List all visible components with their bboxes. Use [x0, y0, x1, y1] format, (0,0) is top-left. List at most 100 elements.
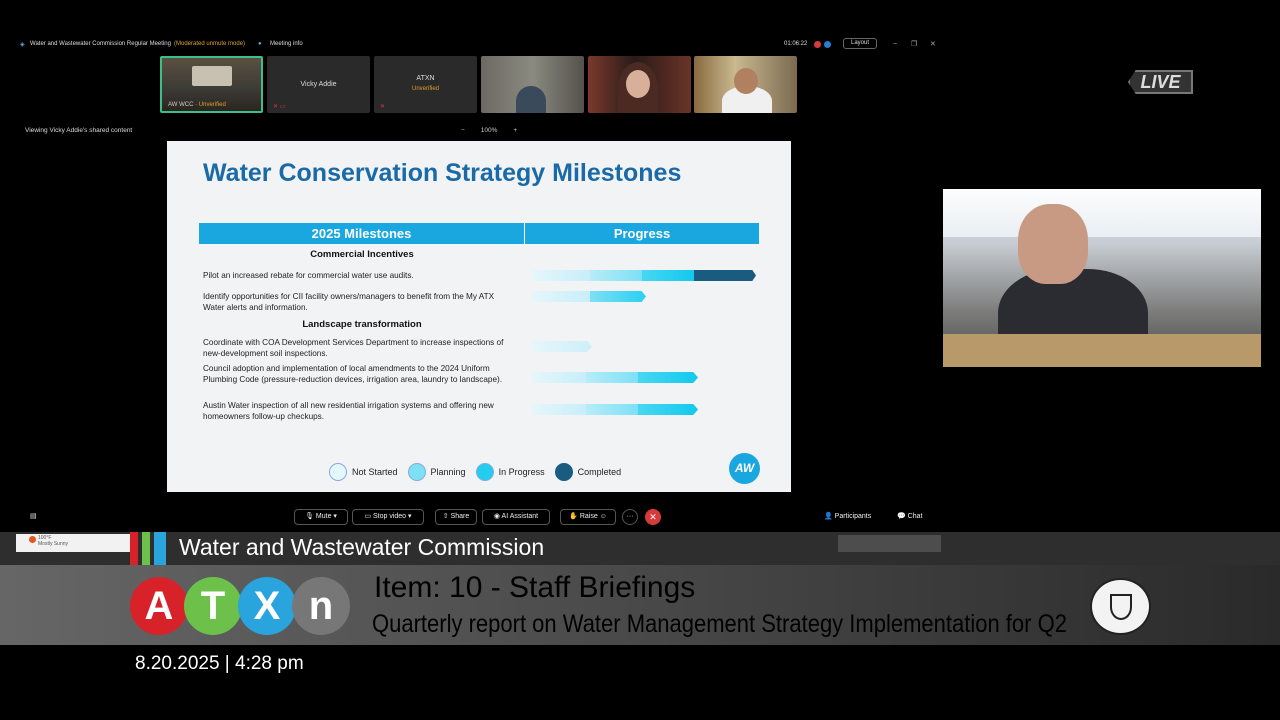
video-tile-atxn[interactable]: ATXN Unverified ✕ — [374, 56, 477, 113]
atxn-letter-t: T — [184, 577, 242, 635]
broadcast-datetime: 8.20.2025 | 4:28 pm — [135, 653, 304, 674]
stop-video-button[interactable]: ▭ Stop video ▾ — [352, 509, 424, 525]
video-tile-vicky-addie[interactable]: Vicky Addie ✕ ▭ — [267, 56, 370, 113]
room-screen — [192, 66, 232, 86]
close-icon[interactable]: ✕ — [930, 40, 936, 48]
video-tile-participant-6[interactable] — [694, 56, 797, 113]
tile-name-label: AW WCC · Unverified — [168, 102, 226, 108]
progress-bar-in-progress — [532, 291, 646, 302]
milestone-text: Coordinate with COA Development Services… — [203, 338, 504, 358]
zoom-in-button[interactable]: + — [513, 127, 517, 134]
moderation-mode: (Moderated unmute mode) — [174, 41, 246, 47]
video-tile-participant-5[interactable] — [588, 56, 691, 113]
progress-segment-in-progress — [642, 270, 694, 281]
progress-segment-not-started — [532, 270, 590, 281]
atxn-letter-x: X — [238, 577, 296, 635]
captions-icon[interactable]: ▤ — [30, 512, 37, 520]
raise-button[interactable]: ✋ Raise ☺ — [560, 509, 616, 525]
ai-assistant-button[interactable]: ◉ AI Assistant — [482, 509, 550, 525]
agenda-item-title: Item: 10 - Staff Briefings — [374, 571, 696, 604]
color-stripe-red — [130, 532, 138, 565]
city-of-austin-seal — [1090, 578, 1151, 635]
legend-label: In Progress — [498, 467, 545, 477]
progress-bar-not-started — [532, 341, 592, 352]
progress-segment-in-progress — [638, 404, 698, 415]
section-title: Landscape transformation — [302, 319, 422, 330]
progress-segment-in-progress — [638, 372, 698, 383]
share-button[interactable]: ⇧ Share — [435, 509, 477, 525]
seal-shield-icon — [1109, 593, 1132, 620]
legend-item: Planning — [407, 463, 466, 481]
progress-segment-not-started — [532, 341, 592, 352]
participant-figure — [516, 86, 546, 113]
progress-segment-not-started — [532, 404, 586, 415]
not-started-swatch — [329, 463, 347, 481]
video-tile-aw-wcc[interactable]: AW WCC · Unverified — [160, 56, 263, 113]
meeting-info-link[interactable]: Meeting info — [270, 41, 303, 47]
legend-item: Not Started — [329, 463, 398, 481]
video-tile-participant-4[interactable] — [481, 56, 584, 113]
progress-bar-completed — [532, 270, 756, 281]
zoom-control: − 100% + — [453, 127, 525, 134]
weather-condition: Mostly Sunny — [38, 541, 69, 547]
sun-icon — [29, 536, 36, 543]
system-tray — [838, 535, 941, 552]
mic-muted-icon: ✕ ▭ — [273, 104, 286, 110]
meeting-controls: ▤ 🎙 Mute ▾ ▭ Stop video ▾ ⇧ Share ◉ AI A… — [0, 508, 940, 526]
in-progress-swatch — [475, 463, 494, 481]
participants-button[interactable]: 👤 Participants — [824, 512, 871, 520]
speaker-face — [1018, 204, 1088, 284]
meeting-timer: 01:06:22 — [784, 41, 808, 47]
chamber-camera-feed — [943, 189, 1261, 367]
commission-title: Water and Wastewater Commission — [179, 534, 545, 560]
recording-icon — [814, 41, 821, 48]
tile-status-label: Unverified — [411, 86, 439, 92]
legend-item: Completed — [554, 463, 621, 481]
shared-slide: Water Conservation Strategy Milestones 2… — [167, 141, 791, 492]
viewing-shared-content-label: Viewing Vicky Addie's shared content — [25, 127, 133, 134]
mute-button[interactable]: 🎙 Mute ▾ — [294, 509, 348, 525]
legend-item: In Progress — [475, 463, 545, 481]
participant-face — [626, 70, 650, 98]
section-title: Commercial Incentives — [310, 249, 414, 260]
atxn-logo: A T X n — [130, 577, 350, 635]
monitor-screen — [943, 189, 1261, 237]
milestones-table-header: 2025 Milestones Progress — [199, 223, 759, 244]
dais-table — [943, 334, 1261, 367]
progress-segment-planning — [590, 291, 646, 302]
progress-segment-planning — [586, 404, 638, 415]
legend-label: Not Started — [352, 467, 398, 477]
zoom-level: 100% — [480, 127, 498, 134]
austin-water-logo: AW — [729, 453, 760, 484]
color-stripe-green — [142, 532, 150, 565]
participant-face — [734, 68, 758, 94]
legend-label: Planning — [430, 467, 466, 477]
progress-segment-not-started — [532, 291, 590, 302]
progress-column-header: Progress — [525, 223, 759, 244]
mic-muted-icon: ✕ — [380, 104, 386, 110]
progress-bar-in-progress — [532, 404, 698, 415]
progress-segment-completed — [694, 270, 756, 281]
zoom-out-button[interactable]: − — [461, 127, 465, 134]
slide-title: Water Conservation Strategy Milestones — [203, 159, 682, 187]
meeting-title: Water and Wastewater Commission Regular … — [30, 41, 171, 47]
shield-icon — [824, 41, 831, 48]
app-icon: ◈ — [20, 42, 25, 48]
minimize-icon[interactable]: – — [893, 40, 897, 47]
agenda-item-subtitle: Quarterly report on Water Management Str… — [372, 610, 1067, 638]
more-options-icon[interactable]: ··· — [622, 509, 638, 525]
weather-widget: 100°F Mostly Sunny — [16, 534, 130, 552]
live-badge: LIVE — [1128, 70, 1193, 94]
info-icon[interactable]: ● — [258, 41, 262, 47]
tile-name-label: ATXN — [416, 75, 435, 82]
milestones-column-header: 2025 Milestones — [199, 223, 525, 244]
progress-segment-planning — [590, 270, 642, 281]
chat-button[interactable]: 💬 Chat — [897, 512, 922, 520]
completed-swatch — [554, 463, 573, 481]
milestone-text: Identify opportunities for CII facility … — [203, 292, 495, 312]
leave-meeting-button[interactable]: ✕ — [645, 509, 661, 525]
milestone-text: Pilot an increased rebate for commercial… — [203, 271, 414, 280]
restore-icon[interactable]: ❐ — [911, 40, 917, 48]
planning-swatch — [407, 463, 426, 481]
layout-button[interactable]: Layout — [843, 38, 877, 49]
